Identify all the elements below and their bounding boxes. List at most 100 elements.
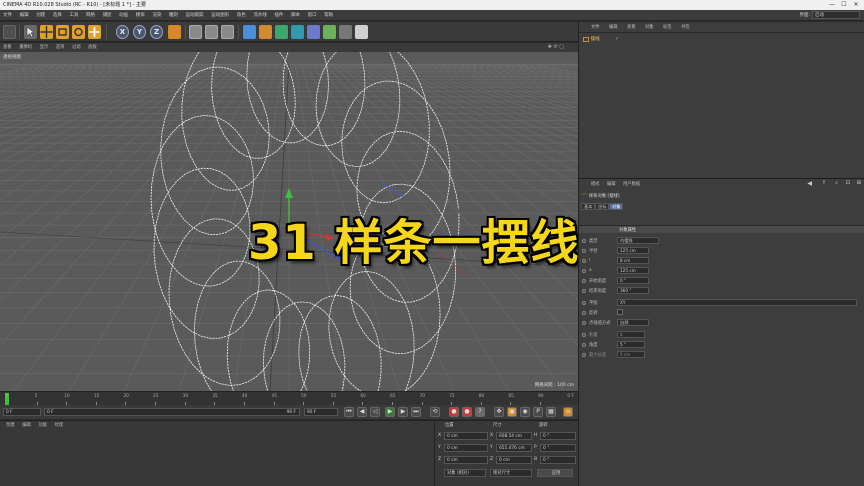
animate-dot[interactable] — [582, 269, 586, 273]
menu-item[interactable]: 角色 — [234, 10, 249, 21]
animate-dot[interactable] — [582, 259, 586, 263]
om-menu-item[interactable]: 书签 — [681, 24, 690, 30]
point-level-key-icon[interactable]: ▦ — [546, 407, 556, 417]
subdivision-surface-icon[interactable] — [275, 25, 288, 39]
om-menu-item[interactable]: 编辑 — [609, 24, 618, 30]
animate-dot[interactable] — [582, 311, 586, 315]
max-length-field[interactable]: 5 cm — [617, 351, 645, 358]
lock-icon[interactable]: ⊡ — [846, 180, 850, 186]
am-tab-mode[interactable]: 模式 — [591, 181, 600, 187]
radius-field[interactable]: 125 cm — [617, 247, 649, 254]
auto-key-icon[interactable]: ● — [462, 407, 472, 417]
render-settings-icon[interactable] — [221, 25, 234, 39]
close-button[interactable]: ✕ — [850, 0, 862, 10]
up-arrow-icon[interactable]: ↑ — [822, 180, 826, 186]
search-icon[interactable]: ⌕ — [835, 180, 838, 186]
animate-dot[interactable] — [582, 301, 586, 305]
end-frame-field[interactable]: 90 F — [304, 408, 338, 416]
array-icon[interactable] — [291, 25, 304, 39]
animate-dot[interactable] — [582, 289, 586, 293]
previous-key-icon[interactable]: ◀ — [357, 407, 367, 417]
rot-p-field[interactable]: 0 ° — [540, 444, 576, 452]
interpolation-select[interactable]: 自然 — [617, 319, 649, 326]
am-subtab-basic[interactable]: 基本 — [581, 203, 596, 210]
layout-select[interactable]: 启动 — [812, 11, 860, 19]
menu-item[interactable]: 工具 — [66, 10, 81, 21]
menu-item[interactable]: 模拟 — [133, 10, 148, 21]
viewport-navigate-icon[interactable]: ✥ ⟳ ▢ — [548, 44, 564, 50]
go-to-start-icon[interactable]: ⏮ — [344, 407, 354, 417]
cube-icon[interactable] — [243, 25, 256, 39]
timeline-ruler[interactable]: 0 5 10 15 20 25 30 35 40 45 50 55 60 65 70 75 80 85 90 0 F — [0, 391, 578, 405]
pos-x-field[interactable]: 0 cm — [444, 432, 488, 440]
om-menu-item[interactable]: 标签 — [663, 24, 672, 30]
new-panel-icon[interactable]: ⊞ — [857, 180, 861, 186]
menu-item[interactable]: 动画 — [116, 10, 131, 21]
animate-dot[interactable] — [582, 343, 586, 347]
viewport-menu-item[interactable]: 查看 — [0, 43, 15, 52]
render-view-icon[interactable] — [189, 25, 202, 39]
undo-icon[interactable] — [3, 25, 16, 39]
z-axis-button[interactable]: Z — [150, 25, 163, 39]
move-icon[interactable] — [40, 25, 53, 39]
play-backward-icon[interactable]: ◁ — [370, 407, 380, 417]
size-y-field[interactable]: 655.476 cm — [496, 444, 532, 452]
menu-item[interactable]: 创建 — [33, 10, 48, 21]
scale-key-icon[interactable]: ▣ — [507, 407, 517, 417]
animate-dot[interactable] — [582, 279, 586, 283]
am-tab-edit[interactable]: 编辑 — [607, 181, 616, 187]
coordinate-system-icon[interactable] — [168, 25, 181, 39]
parameter-key-icon[interactable]: P — [533, 407, 543, 417]
animate-dot[interactable] — [582, 249, 586, 253]
size-z-field[interactable]: 0 cm — [496, 456, 532, 464]
menu-item[interactable]: 帮助 — [321, 10, 336, 21]
type-select[interactable]: 内摆线 — [617, 237, 659, 244]
menu-item[interactable]: 流水线 — [250, 10, 270, 21]
menu-item[interactable]: 插件 — [271, 10, 286, 21]
apply-button[interactable]: 应用 — [537, 469, 573, 477]
materials-menu-item[interactable]: 纹理 — [52, 421, 67, 430]
scale-icon[interactable] — [56, 25, 69, 39]
materials-menu-item[interactable]: 功能 — [35, 421, 50, 430]
menu-item[interactable]: 运动图形 — [208, 10, 232, 21]
y-axis-button[interactable]: Y — [133, 25, 146, 39]
rotate-icon[interactable] — [72, 25, 85, 39]
menu-item[interactable]: 选择 — [50, 10, 65, 21]
animate-dot[interactable] — [582, 333, 586, 337]
am-subtab-object[interactable]: 对象 — [609, 203, 624, 210]
materials-menu-item[interactable]: 创建 — [0, 421, 18, 430]
number-field[interactable]: 8 — [617, 331, 645, 338]
r-field[interactable]: 8 cm — [617, 257, 649, 264]
next-key-icon[interactable]: ▶ — [398, 407, 408, 417]
key-selection-icon[interactable]: ? — [475, 407, 485, 417]
viewport-menu-item[interactable]: 摄像机 — [16, 43, 35, 52]
visibility-check-icon[interactable]: ✓ — [615, 36, 619, 42]
x-axis-button[interactable]: X — [116, 25, 129, 39]
play-forward-icon[interactable]: ▶ — [385, 407, 395, 417]
go-to-end-icon[interactable]: ⏭ — [411, 407, 421, 417]
camera-icon[interactable] — [339, 25, 352, 39]
viewport-menu-item[interactable]: 面板 — [85, 43, 100, 52]
animate-dot[interactable] — [582, 321, 586, 325]
timeline-window-icon[interactable]: ≡ — [563, 407, 573, 417]
menu-item[interactable]: 窗口 — [305, 10, 320, 21]
a-field[interactable]: 125 cm — [617, 267, 649, 274]
rotation-key-icon[interactable]: ◉ — [520, 407, 530, 417]
menu-item[interactable]: 渲染 — [149, 10, 164, 21]
object-row-cycloid[interactable]: 摆线 — [583, 36, 643, 43]
angle-field[interactable]: 5 ° — [617, 341, 645, 348]
pos-y-field[interactable]: 0 cm — [444, 444, 488, 452]
menu-item[interactable]: 脚本 — [288, 10, 303, 21]
start-angle-field[interactable]: 0 ° — [617, 277, 649, 284]
viewport-menu-item[interactable]: 显示 — [37, 43, 52, 52]
back-arrow-icon[interactable]: ◀ — [807, 180, 812, 187]
am-tab-userdata[interactable]: 用户数据 — [623, 181, 640, 187]
size-mode-select[interactable]: 绝对尺寸 — [490, 469, 532, 477]
menu-item[interactable]: 雕刻 — [166, 10, 181, 21]
menu-item[interactable]: 捕捉 — [100, 10, 115, 21]
menu-item[interactable]: 运动跟踪 — [183, 10, 207, 21]
plane-select[interactable]: XY — [617, 299, 857, 306]
start-frame-field[interactable]: 0 F — [3, 408, 41, 416]
pos-z-field[interactable]: 0 cm — [444, 456, 488, 464]
am-subtab-coord[interactable]: 坐标 — [595, 203, 610, 210]
